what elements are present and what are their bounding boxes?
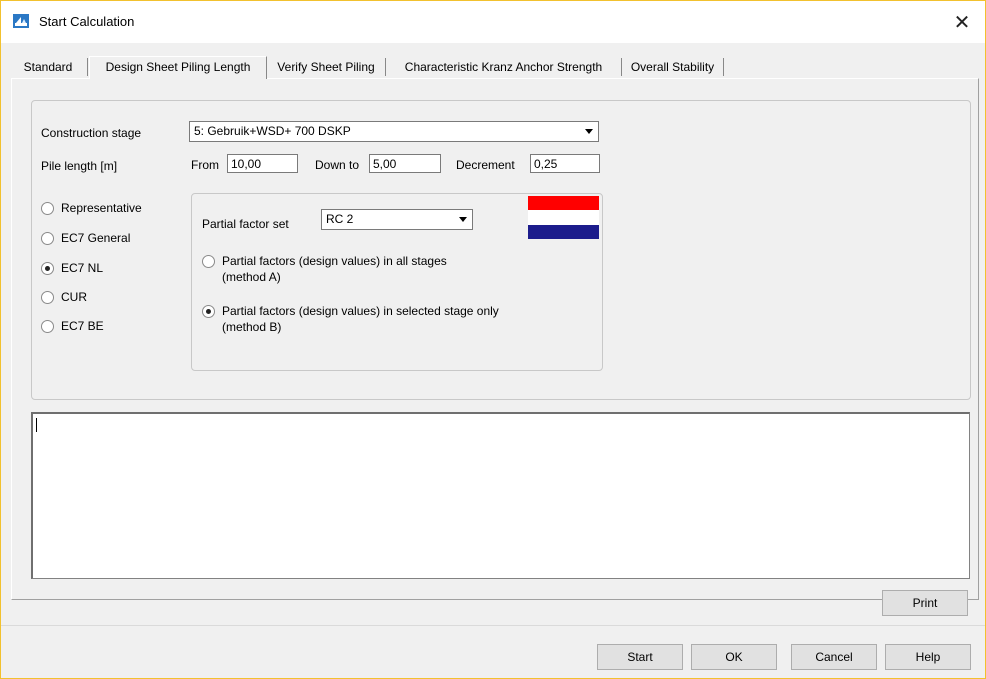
flag-stripe-blue (528, 224, 599, 239)
radio-label: Partial factors (design values) in all s… (222, 253, 447, 285)
flag-stripe-white (528, 210, 599, 225)
decrement-label: Decrement (456, 158, 515, 172)
tab-standard[interactable]: Standard (9, 58, 88, 76)
tab-label: Characteristic Kranz Anchor Strength (404, 60, 603, 74)
help-button-label: Help (915, 650, 941, 664)
radio-label: EC7 BE (61, 319, 104, 333)
down-to-label: Down to (315, 158, 360, 172)
partial-factor-set-label: Partial factor set (202, 217, 289, 231)
cancel-button[interactable]: Cancel (791, 644, 877, 670)
cancel-button-label: Cancel (815, 650, 853, 664)
radio-label: EC7 General (61, 231, 131, 245)
down-to-input[interactable] (370, 155, 440, 172)
partial-factor-set-value: RC 2 (326, 212, 354, 226)
tab-label: Overall Stability (630, 60, 715, 74)
method-b-line2: (method B) (222, 320, 282, 334)
radio-label: EC7 NL (61, 261, 104, 275)
construction-stage-label: Construction stage (41, 126, 142, 140)
partial-factor-set-select[interactable]: RC 2 (321, 209, 473, 230)
method-a-line1: Partial factors (design values) in all s… (222, 254, 447, 268)
radio-ec7-nl[interactable]: EC7 NL (41, 260, 103, 276)
radio-method-a[interactable]: Partial factors (design values) in all s… (202, 253, 447, 285)
radio-cur[interactable]: CUR (41, 289, 87, 305)
tab-overall-stability[interactable]: Overall Stability (622, 58, 724, 76)
radio-label: Partial factors (design values) in selec… (222, 303, 499, 335)
radio-label: CUR (61, 290, 87, 304)
construction-stage-value: 5: Gebruik+WSD+ 700 DSKP (194, 124, 351, 138)
print-button-label: Print (912, 596, 938, 610)
radio-method-b[interactable]: Partial factors (design values) in selec… (202, 303, 499, 335)
tab-label: Standard (23, 60, 73, 74)
text-caret (36, 418, 37, 432)
output-memo[interactable] (31, 412, 970, 579)
radio-ec7-general[interactable]: EC7 General (41, 230, 130, 246)
flag-stripe-red (528, 196, 599, 211)
tab-characteristic-kranz-anchor-strength[interactable]: Characteristic Kranz Anchor Strength (386, 58, 622, 76)
start-button[interactable]: Start (597, 644, 683, 670)
radio-button[interactable] (41, 262, 54, 275)
window-title: Start Calculation (39, 14, 135, 29)
ok-button-label: OK (725, 650, 743, 664)
radio-ec7-be[interactable]: EC7 BE (41, 318, 104, 334)
netherlands-flag-icon (528, 196, 599, 239)
chevron-down-icon[interactable] (581, 123, 597, 140)
construction-stage-select[interactable]: 5: Gebruik+WSD+ 700 DSKP (189, 121, 599, 142)
radio-representative[interactable]: Representative (41, 200, 142, 216)
pile-length-label: Pile length [m] (41, 159, 118, 173)
help-button[interactable]: Help (885, 644, 971, 670)
from-input[interactable] (228, 155, 297, 172)
decrement-field[interactable] (530, 154, 600, 173)
start-button-label: Start (627, 650, 653, 664)
radio-button[interactable] (41, 232, 54, 245)
print-button[interactable]: Print (882, 590, 968, 616)
close-button[interactable]: ✕ (939, 1, 985, 43)
tab-design-sheet-piling-length[interactable]: Design Sheet Piling Length (89, 56, 267, 79)
app-icon (13, 14, 29, 28)
chevron-down-icon[interactable] (455, 211, 471, 228)
radio-button[interactable] (202, 255, 215, 268)
from-label: From (191, 158, 219, 172)
radio-button[interactable] (41, 202, 54, 215)
radio-button[interactable] (41, 291, 54, 304)
ok-button[interactable]: OK (691, 644, 777, 670)
start-calculation-dialog: Start Calculation ✕ Standard Design Shee… (0, 0, 986, 679)
decrement-input[interactable] (531, 155, 599, 172)
down-to-field[interactable] (369, 154, 441, 173)
tab-label: Verify Sheet Piling (277, 60, 375, 74)
radio-button[interactable] (202, 305, 215, 318)
from-field[interactable] (227, 154, 298, 173)
tab-label: Design Sheet Piling Length (105, 60, 251, 74)
title-bar: Start Calculation ✕ (1, 1, 985, 43)
radio-button[interactable] (41, 320, 54, 333)
tab-verify-sheet-piling[interactable]: Verify Sheet Piling (267, 58, 386, 76)
method-a-line2: (method A) (222, 270, 281, 284)
bottom-separator (1, 625, 985, 626)
method-b-line1: Partial factors (design values) in selec… (222, 304, 499, 318)
close-icon: ✕ (953, 11, 971, 34)
radio-label: Representative (61, 201, 142, 215)
